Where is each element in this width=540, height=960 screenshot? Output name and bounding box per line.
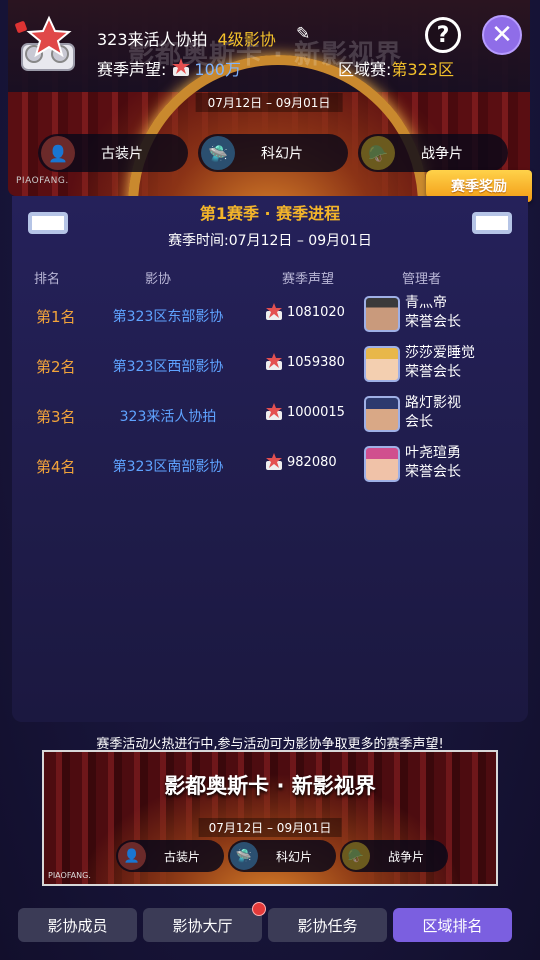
fame-value: 1081020: [287, 304, 345, 320]
banner-genre-list: 👤 古装片 🛸 科幻片 🪖 战争片: [38, 134, 508, 172]
manager-role: 会长: [405, 414, 433, 430]
manager-name: 叶尧瑄勇: [405, 445, 461, 461]
ancient-figure-icon: 👤: [41, 136, 75, 170]
fame-label: 赛季声望:: [97, 60, 167, 79]
genre-scifi: 🛸 科幻片: [228, 840, 336, 872]
ranking-panel: 第1赛季 · 赛季进程 赛季时间:07月12日 – 09月01日 排名 影协 赛…: [12, 196, 528, 722]
manager-role: 荣誉会长: [405, 464, 461, 480]
region-value: 第323区: [391, 60, 454, 79]
avatar[interactable]: [364, 296, 400, 332]
poster-title: 影都奥斯卡 · 新影视界: [164, 774, 376, 798]
genre-war: 🪖 战争片: [340, 840, 448, 872]
genre-label: 古装片: [164, 849, 201, 864]
genre-label: 战争片: [388, 849, 425, 864]
season-fame: 赛季声望: 100万: [97, 56, 241, 80]
genre-label: 战争片: [421, 146, 463, 162]
manager-name: 路灯影视: [405, 395, 461, 411]
manager-name: 莎莎爱睡觉: [405, 345, 475, 361]
ufo-icon: 🛸: [230, 842, 258, 870]
guild-link[interactable]: 第323区西部影协: [108, 356, 228, 376]
genre-ancient: 👤 古装片: [116, 840, 224, 872]
tab-tasks[interactable]: 影协任务: [268, 908, 387, 942]
avatar[interactable]: [364, 346, 400, 382]
ranking-row[interactable]: 第4名 第323区南部影协 982080 叶尧瑄勇 荣誉会长: [12, 442, 528, 492]
poster-date: 07月12日 – 09月01日: [198, 818, 342, 837]
row-fame: 1081020: [264, 302, 345, 322]
rank-label: 第4名: [36, 458, 76, 476]
fame-value: 982080: [287, 454, 337, 470]
fame-value: 1000015: [287, 404, 345, 420]
manager-info: 路灯影视 会长: [405, 394, 461, 432]
tab-members[interactable]: 影协成员: [18, 908, 137, 942]
manager-info: 叶尧瑄勇 荣誉会长: [405, 444, 461, 482]
guild-level: 4级影协: [217, 30, 276, 49]
region-info: 区域赛:第323区: [338, 56, 454, 80]
soldier-icon: 🪖: [361, 136, 395, 170]
column-header-fame: 赛季声望: [282, 272, 335, 287]
ranking-row[interactable]: 第3名 323来活人协拍 1000015 路灯影视 会长: [12, 392, 528, 442]
tab-region-ranking[interactable]: 区域排名: [393, 908, 512, 942]
poster-watermark: PIAOFANG.: [48, 871, 91, 880]
season-time: 赛季时间:07月12日 – 09月01日: [168, 233, 372, 249]
fame-value: 1059380: [287, 354, 345, 370]
poster-genre-list: 👤 古装片 🛸 科幻片 🪖 战争片: [116, 840, 448, 872]
tab-hall[interactable]: 影协大厅: [143, 902, 266, 942]
guild-title: 323来活人协拍 4级影协: [97, 26, 276, 50]
fame-icon: [266, 453, 282, 470]
guild-link[interactable]: 第323区南部影协: [108, 456, 228, 476]
guild-link[interactable]: 第323区东部影协: [108, 306, 228, 326]
genre-label: 古装片: [101, 146, 143, 162]
bottom-tab-bar: 影协成员 影协大厅 影协任务 区域排名: [18, 902, 512, 942]
close-button[interactable]: ✕: [482, 15, 522, 55]
genre-scifi: 🛸 科幻片: [198, 134, 348, 172]
ranking-row[interactable]: 第1名 第323区东部影协 1081020 青灬帝 荣誉会长: [12, 292, 528, 342]
rank-label: 第1名: [36, 308, 76, 326]
manager-name: 青灬帝: [405, 295, 447, 311]
banner-date: 07月12日 – 09月01日: [195, 93, 343, 112]
banner-watermark: PIAOFANG.: [16, 176, 69, 186]
row-fame: 982080: [264, 452, 337, 472]
help-button[interactable]: ?: [425, 17, 461, 53]
season-title: 第1赛季 · 赛季进程: [199, 204, 341, 223]
avatar[interactable]: [364, 446, 400, 482]
genre-ancient: 👤 古装片: [38, 134, 188, 172]
row-fame: 1059380: [264, 352, 345, 372]
manager-role: 荣誉会长: [405, 364, 461, 380]
tab-label: 影协大厅: [172, 916, 233, 935]
genre-label: 科幻片: [276, 849, 313, 864]
ancient-figure-icon: 👤: [118, 842, 146, 870]
genre-label: 科幻片: [261, 146, 303, 162]
region-label: 区域赛:: [338, 60, 392, 79]
fame-icon: [266, 403, 282, 420]
rank-label: 第3名: [36, 408, 76, 426]
event-poster[interactable]: 影都奥斯卡 · 新影视界 07月12日 – 09月01日 👤 古装片 🛸 科幻片…: [42, 750, 498, 886]
fame-icon: [266, 303, 282, 320]
ranking-row[interactable]: 第2名 第323区西部影协 1059380 莎莎爱睡觉 荣誉会长: [12, 342, 528, 392]
column-header-rank: 排名: [34, 272, 61, 287]
fame-icon: [172, 58, 191, 76]
row-fame: 1000015: [264, 402, 345, 422]
ufo-icon: 🛸: [201, 136, 235, 170]
fame-icon: [266, 353, 282, 370]
manager-info: 莎莎爱睡觉 荣誉会长: [405, 344, 475, 382]
notification-badge: [252, 902, 266, 916]
manager-info: 青灬帝 荣誉会长: [405, 294, 461, 332]
edit-icon[interactable]: ✎: [296, 24, 310, 44]
avatar[interactable]: [364, 396, 400, 432]
column-header-guild: 影协: [145, 272, 172, 287]
genre-war: 🪖 战争片: [358, 134, 508, 172]
fame-value: 100万: [194, 60, 241, 79]
guild-link[interactable]: 323来活人协拍: [108, 406, 228, 426]
rank-label: 第2名: [36, 358, 76, 376]
guild-logo-icon: [15, 15, 75, 71]
soldier-icon: 🪖: [342, 842, 370, 870]
manager-role: 荣誉会长: [405, 314, 461, 330]
guild-name: 323来活人协拍: [97, 30, 208, 49]
column-header-manager: 管理者: [402, 272, 442, 287]
